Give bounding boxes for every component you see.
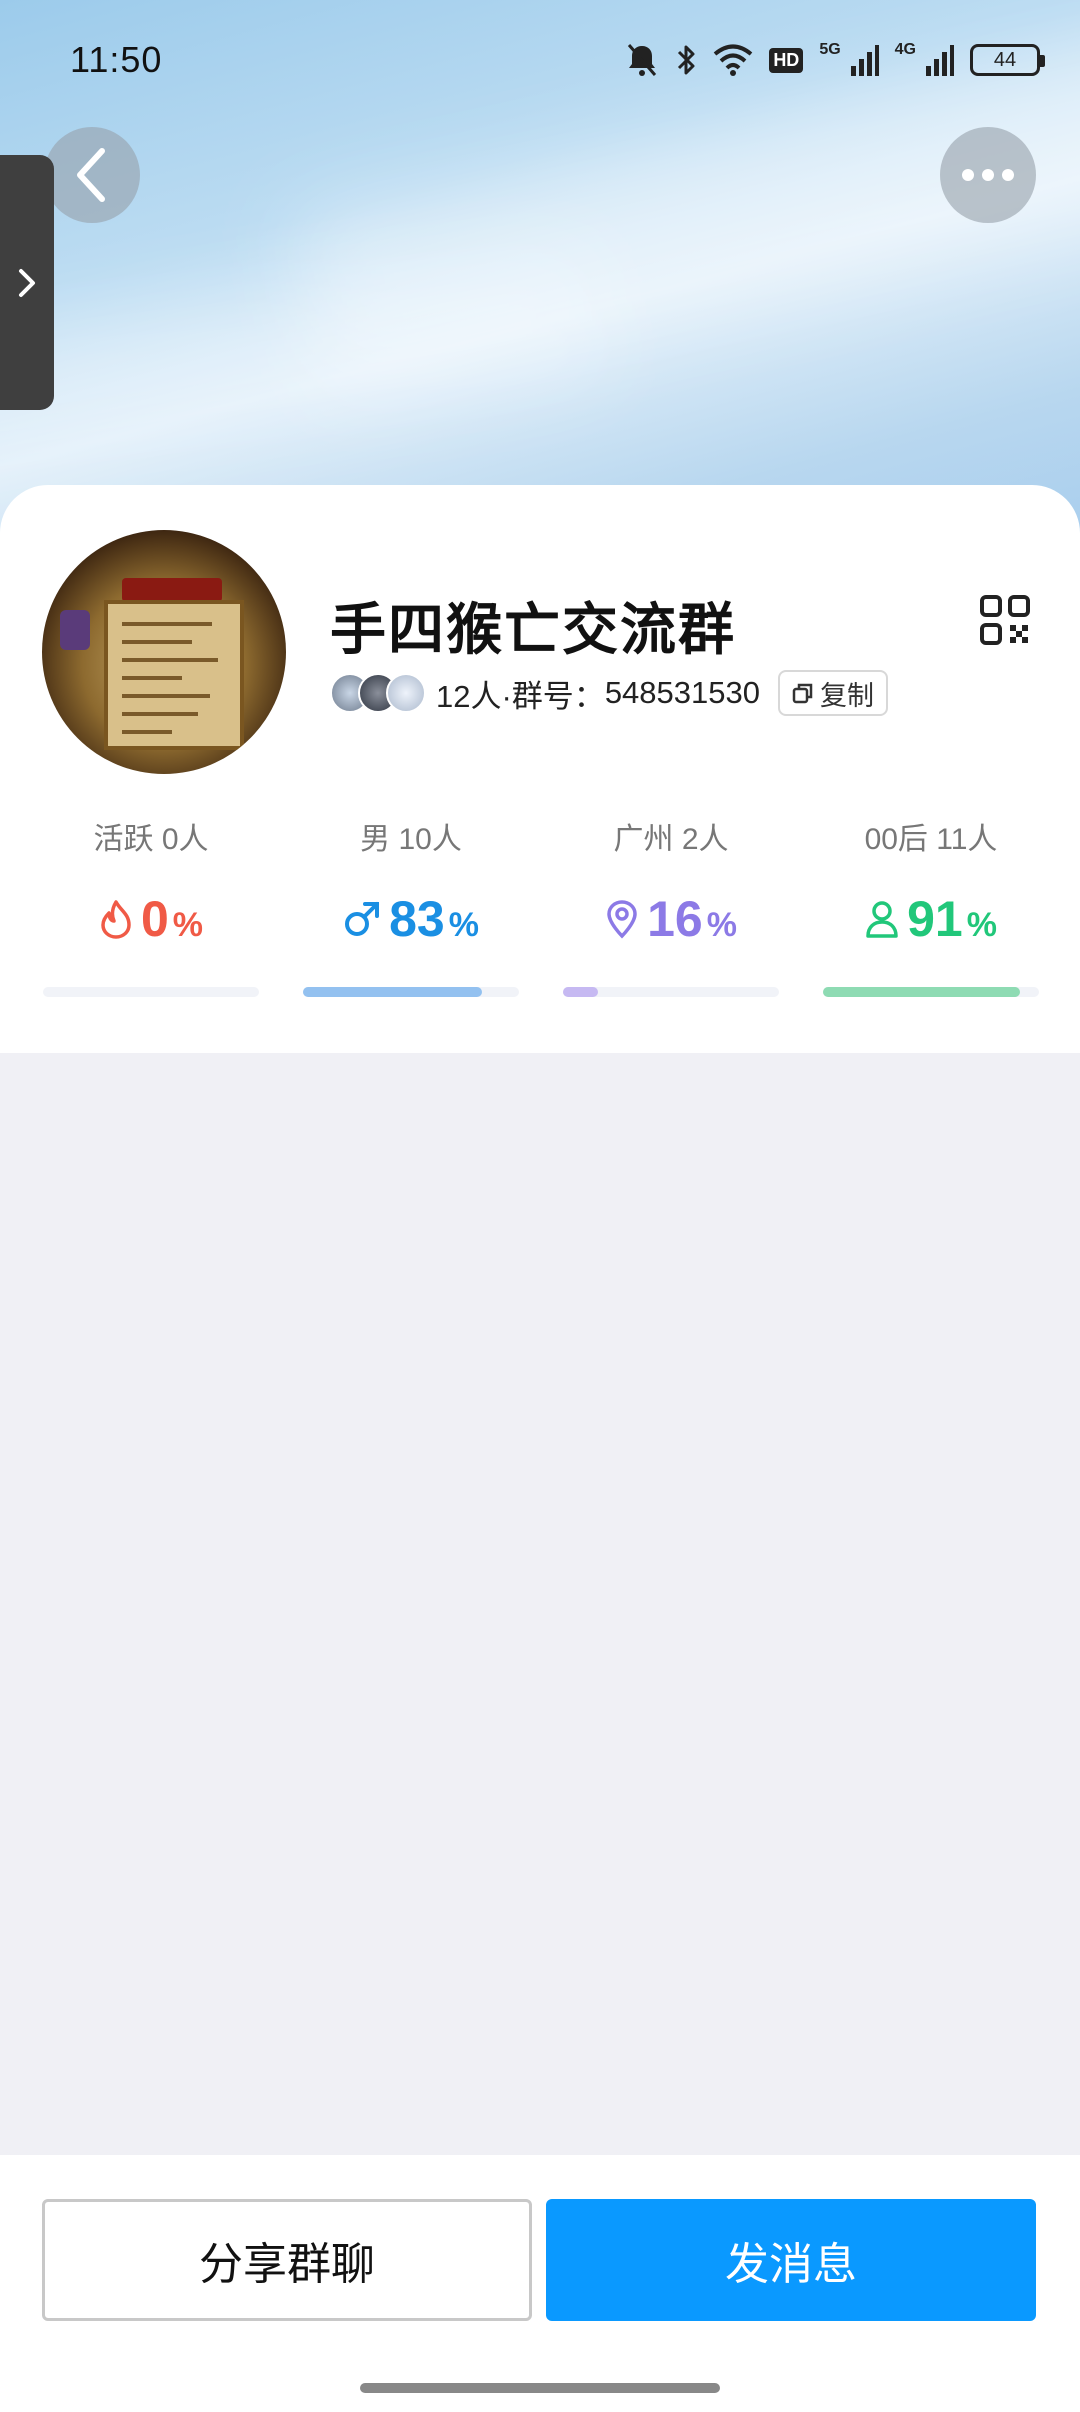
stat-unit: % — [706, 906, 737, 944]
sim1-network-label: 5G — [819, 41, 841, 58]
status-bar: 11:50 HD 5G 4G 44 — [0, 0, 1080, 120]
avatar-art — [104, 600, 244, 750]
copy-button[interactable]: 复制 — [777, 670, 888, 716]
male-icon — [345, 902, 380, 936]
avatar-art — [60, 610, 90, 650]
stat-progress-track — [303, 987, 519, 997]
stat-city[interactable]: 广州 2人 16 % — [563, 820, 779, 948]
stat-label: 00后 11人 — [864, 823, 998, 856]
sim2-network-label: 4G — [894, 41, 916, 58]
content-area — [0, 1053, 1080, 2155]
home-indicator[interactable] — [360, 2383, 720, 2393]
back-button[interactable] — [44, 127, 140, 223]
send-message-button[interactable]: 发消息 — [546, 2199, 1036, 2321]
battery-icon: 44 — [970, 44, 1045, 76]
stat-progress-track — [43, 987, 259, 997]
side-expand-tab[interactable] — [0, 155, 54, 410]
chevron-right-icon — [19, 268, 35, 297]
status-icons: HD 5G 4G 44 — [625, 41, 1045, 78]
stat-value: 0 — [140, 891, 169, 947]
location-pin-icon — [607, 900, 637, 939]
avatar-art — [122, 578, 222, 602]
mute-bell-icon — [628, 44, 657, 76]
stat-label: 活跃 0人 — [93, 823, 209, 856]
stat-value: 91 — [907, 891, 963, 947]
stat-unit: % — [448, 906, 479, 944]
stat-age[interactable]: 00后 11人 91 % — [823, 820, 1039, 948]
signal-icon — [850, 45, 879, 76]
group-number: 548531530 — [604, 675, 760, 710]
stat-male[interactable]: 男 10人 83 % — [303, 820, 519, 948]
bluetooth-icon — [678, 45, 695, 75]
hd-voice-badge: HD — [769, 47, 804, 73]
stat-label: 男 10人 — [360, 823, 462, 856]
group-name: 手四猴亡交流群 — [330, 598, 736, 661]
stat-progress-fill — [563, 987, 598, 997]
stat-active[interactable]: 活跃 0人 0 % — [43, 820, 259, 948]
person-icon — [866, 901, 898, 938]
copy-icon — [792, 683, 813, 704]
qr-code-icon[interactable] — [980, 595, 1030, 645]
group-avatar[interactable] — [42, 530, 286, 774]
status-time: 11:50 — [70, 39, 163, 80]
stat-progress-track — [563, 987, 779, 997]
stat-progress-fill — [303, 987, 483, 997]
member-avatars[interactable] — [330, 673, 426, 713]
stat-label: 广州 2人 — [613, 823, 729, 856]
bottom-action-bar: 分享群聊 发消息 — [0, 2155, 1080, 2412]
member-count-label: 12人·群号： — [436, 678, 605, 714]
signal-icon — [926, 45, 954, 76]
wifi-icon — [714, 44, 753, 76]
member-avatar — [386, 673, 426, 713]
stat-progress-track — [823, 987, 1039, 997]
stat-value: 83 — [389, 891, 445, 947]
stat-value: 16 — [647, 891, 703, 947]
chevron-left-icon — [77, 148, 105, 202]
stat-unit: % — [172, 906, 204, 944]
member-info-row: 12人·群号： 548531530 复制 — [330, 668, 888, 718]
more-dots-icon — [962, 169, 1014, 181]
more-options-button[interactable] — [940, 127, 1036, 223]
stat-unit: % — [966, 906, 997, 944]
battery-level: 44 — [993, 48, 1017, 71]
flame-icon — [101, 900, 131, 939]
copy-label: 复制 — [819, 680, 874, 711]
background-streak — [0, 251, 605, 469]
member-stats: 活跃 0人 0 % 男 10人 83 % 广州 2人 16 % 00后 11人 … — [0, 820, 1080, 1000]
share-group-button[interactable]: 分享群聊 — [42, 2199, 532, 2321]
stat-progress-fill — [823, 987, 1020, 997]
